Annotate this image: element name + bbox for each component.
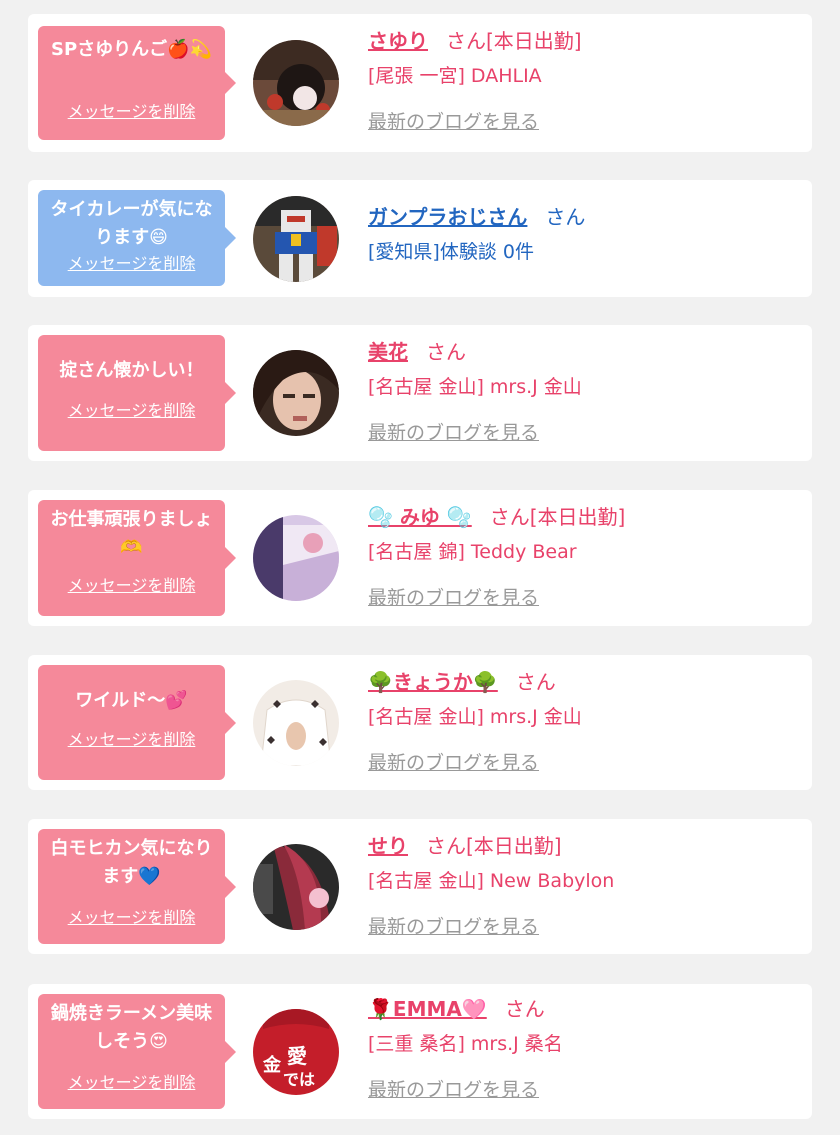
blog-link[interactable]: 最新のブログを見る: [368, 749, 802, 777]
member-info: さゆり さん[本日出勤] [尾張 一宮] DAHLIA 最新のブログを見る: [368, 26, 802, 136]
message-bubble: タイカレーが気になります😄 メッセージを削除: [38, 190, 236, 286]
message-card: 掟さん懐かしい！ メッセージを削除 美花 さん [名古屋 金山] mrs.J 金山…: [28, 325, 812, 461]
shop-info: [名古屋 金山] New Babylon: [368, 870, 615, 892]
delete-message-link[interactable]: メッセージを削除: [38, 726, 225, 754]
message-card: 鍋焼きラーメン美味しそう😍 メッセージを削除 愛 金 では 🌹EMMA🩷 さん […: [28, 984, 812, 1119]
member-suffix: さん: [426, 340, 466, 364]
avatar-photo: 愛 金 では: [253, 1009, 339, 1095]
avatar[interactable]: [253, 515, 339, 601]
message-card: 白モヒカン気になります💙 メッセージを削除 せり さん[本日出勤] [名古屋 金山…: [28, 819, 812, 954]
delete-message-link[interactable]: メッセージを削除: [38, 904, 225, 932]
delete-message-link[interactable]: メッセージを削除: [38, 1069, 225, 1097]
delete-message-link[interactable]: メッセージを削除: [38, 98, 225, 126]
avatar[interactable]: [253, 844, 339, 930]
avatar[interactable]: [253, 196, 339, 282]
message-card: ワイルド～💕 メッセージを削除 🌳きょうか🌳 さん [名古屋 金山] mrs.J …: [28, 655, 812, 790]
avatar-photo: [253, 196, 339, 282]
message-text: SPさゆりんご🍎💫: [51, 39, 212, 60]
avatar-text: では: [283, 1070, 315, 1089]
member-info: 美花 さん [名古屋 金山] mrs.J 金山 最新のブログを見る: [368, 337, 802, 447]
member-suffix: さん[本日出勤]: [489, 505, 626, 529]
member-info: 🌳きょうか🌳 さん [名古屋 金山] mrs.J 金山 最新のブログを見る: [368, 667, 802, 777]
blog-link[interactable]: 最新のブログを見る: [368, 913, 802, 941]
message-card: タイカレーが気になります😄 メッセージを削除 ガンプラおじさん さん [愛知県]体…: [28, 180, 812, 297]
member-suffix: さん: [545, 205, 586, 229]
avatar-text: 金: [262, 1054, 282, 1076]
member-name-link[interactable]: 🫧 みゆ 🫧: [368, 505, 472, 529]
avatar[interactable]: [253, 680, 339, 766]
member-name-link[interactable]: せり: [368, 834, 408, 858]
member-suffix: さん[本日出勤]: [446, 29, 582, 53]
blog-link[interactable]: 最新のブログを見る: [368, 1076, 802, 1104]
member-name-link[interactable]: さゆり: [368, 29, 428, 53]
message-text: お仕事頑張りましょ🫶: [50, 509, 213, 558]
message-bubble: ワイルド～💕 メッセージを削除: [38, 665, 236, 780]
delete-message-link[interactable]: メッセージを削除: [38, 397, 225, 425]
message-text: 鍋焼きラーメン美味しそう😍: [50, 1003, 213, 1052]
blog-link[interactable]: 最新のブログを見る: [368, 419, 802, 447]
message-bubble: お仕事頑張りましょ🫶 メッセージを削除: [38, 500, 236, 616]
member-suffix: さん[本日出勤]: [426, 834, 562, 858]
member-name-link[interactable]: 🌹EMMA🩷: [368, 997, 487, 1021]
shop-info: [愛知県]体験談 0件: [368, 241, 534, 263]
shop-info: [名古屋 金山] mrs.J 金山: [368, 706, 582, 728]
shop-info: [名古屋 金山] mrs.J 金山: [368, 376, 582, 398]
message-text: ワイルド～💕: [75, 690, 188, 711]
delete-message-link[interactable]: メッセージを削除: [38, 572, 225, 600]
member-suffix: さん: [504, 997, 545, 1021]
avatar-text: 愛: [287, 1044, 307, 1068]
avatar[interactable]: 愛 金 では: [253, 1009, 339, 1095]
message-bubble: 鍋焼きラーメン美味しそう😍 メッセージを削除: [38, 994, 236, 1109]
avatar-photo: [253, 350, 339, 436]
member-name-link[interactable]: 美花: [368, 340, 408, 364]
member-name-link[interactable]: 🌳きょうか🌳: [368, 670, 498, 694]
avatar-photo: [253, 844, 339, 930]
blog-link[interactable]: 最新のブログを見る: [368, 108, 802, 136]
message-card: お仕事頑張りましょ🫶 メッセージを削除 🫧 みゆ 🫧 さん[本日出勤] [名古屋 …: [28, 490, 812, 626]
message-bubble: 掟さん懐かしい！ メッセージを削除: [38, 335, 236, 451]
member-suffix: さん: [515, 670, 556, 694]
avatar-photo: [253, 40, 339, 126]
member-info: 🌹EMMA🩷 さん [三重 桑名] mrs.J 桑名 最新のブログを見る: [368, 994, 802, 1104]
blog-link[interactable]: 最新のブログを見る: [368, 584, 802, 612]
avatar-photo: [253, 515, 339, 601]
member-info: 🫧 みゆ 🫧 さん[本日出勤] [名古屋 錦] Teddy Bear 最新のブログ…: [368, 502, 802, 612]
avatar[interactable]: [253, 350, 339, 436]
message-card: SPさゆりんご🍎💫 メッセージを削除 さゆり さん[本日出勤] [尾張 一宮] D…: [28, 14, 812, 152]
avatar-photo: [253, 680, 339, 766]
member-info: せり さん[本日出勤] [名古屋 金山] New Babylon 最新のブログを見…: [368, 831, 802, 941]
shop-info: [三重 桑名] mrs.J 桑名: [368, 1033, 563, 1055]
avatar[interactable]: [253, 40, 339, 126]
message-text: 白モヒカン気になります💙: [50, 838, 213, 887]
shop-info: [尾張 一宮] DAHLIA: [368, 65, 542, 87]
message-bubble: 白モヒカン気になります💙 メッセージを削除: [38, 829, 236, 944]
delete-message-link[interactable]: メッセージを削除: [38, 250, 225, 278]
shop-info: [名古屋 錦] Teddy Bear: [368, 541, 577, 563]
message-text: 掟さん懐かしい！: [59, 360, 204, 381]
message-text: タイカレーが気になります😄: [50, 199, 213, 248]
member-name-link[interactable]: ガンプラおじさん: [368, 205, 527, 229]
message-bubble: SPさゆりんご🍎💫 メッセージを削除: [38, 26, 236, 140]
member-info: ガンプラおじさん さん [愛知県]体験談 0件: [368, 202, 802, 266]
